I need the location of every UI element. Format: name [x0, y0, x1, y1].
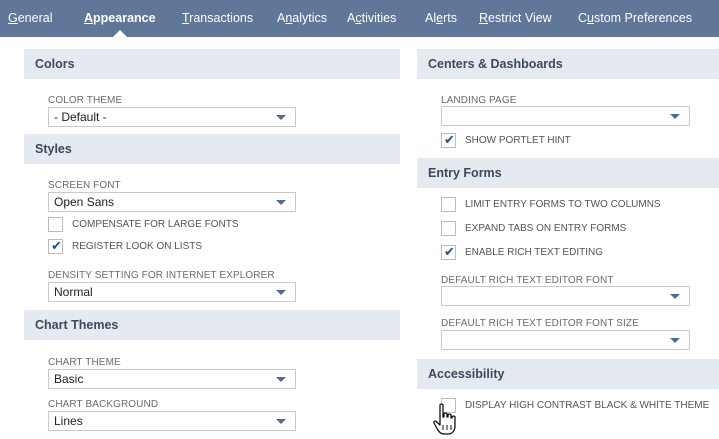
enable-rich-text-row: ✔ ENABLE RICH TEXT EDITING — [441, 244, 711, 263]
dropdown-arrow-icon — [276, 377, 286, 382]
register-look-row: ✔ REGISTER LOOK ON LISTS — [48, 238, 348, 257]
check-icon: ✔ — [444, 244, 455, 259]
color-theme-label: COLOR THEME — [48, 95, 123, 106]
register-look-checkbox[interactable]: ✔ — [48, 238, 63, 254]
register-look-label: REGISTER LOOK ON LISTS — [72, 241, 203, 252]
chart-background-value: Lines — [54, 414, 83, 428]
dropdown-arrow-icon — [276, 419, 286, 424]
section-colors-header: Colors — [24, 49, 400, 79]
rte-font-label: DEFAULT RICH TEXT EDITOR FONT — [441, 275, 614, 286]
rte-font-select[interactable] — [441, 286, 690, 306]
show-portlet-hint-checkbox[interactable]: ✔ — [441, 132, 456, 148]
section-chart-themes-header: Chart Themes — [24, 310, 400, 340]
high-contrast-label: DISPLAY HIGH CONTRAST BLACK & WHITE THEM… — [465, 400, 710, 411]
landing-page-label: LANDING PAGE — [441, 95, 517, 106]
expand-tabs-row: EXPAND TABS ON ENTRY FORMS — [441, 221, 711, 239]
chart-background-select[interactable]: Lines — [48, 411, 296, 431]
tab-appearance[interactable]: Appearance — [84, 0, 156, 37]
expand-tabs-checkbox[interactable] — [441, 221, 456, 236]
dropdown-arrow-icon — [276, 290, 286, 295]
density-setting-label: DENSITY SETTING FOR INTERNET EXPLORER — [48, 270, 275, 281]
dropdown-arrow-icon — [670, 338, 680, 343]
tab-custom-preferences[interactable]: Custom Preferences — [578, 0, 692, 37]
chart-theme-label: CHART THEME — [48, 357, 121, 368]
show-portlet-hint-label: SHOW PORTLET HINT — [465, 135, 571, 146]
dropdown-arrow-icon — [276, 200, 286, 205]
section-accessibility-header: Accessibility — [417, 359, 719, 389]
check-icon: ✔ — [444, 132, 455, 147]
section-centers-dashboards-header: Centers & Dashboards — [417, 49, 719, 79]
expand-tabs-label: EXPAND TABS ON ENTRY FORMS — [465, 223, 627, 234]
color-theme-value: - Default - — [54, 110, 107, 124]
tab-bar: General Appearance Transactions Analytic… — [0, 0, 719, 37]
tab-analytics[interactable]: Analytics — [277, 0, 327, 37]
color-theme-select[interactable]: - Default - — [48, 107, 296, 127]
screen-font-label: SCREEN FONT — [48, 180, 121, 191]
compensate-large-fonts-label: COMPENSATE FOR LARGE FONTS — [72, 219, 239, 230]
landing-page-select[interactable] — [441, 106, 690, 126]
rte-font-size-label: DEFAULT RICH TEXT EDITOR FONT SIZE — [441, 318, 639, 329]
chart-theme-select[interactable]: Basic — [48, 369, 296, 389]
enable-rich-text-label: ENABLE RICH TEXT EDITING — [465, 247, 603, 258]
rte-font-size-select[interactable] — [441, 330, 690, 350]
tab-general[interactable]: General — [8, 0, 52, 37]
limit-entry-forms-label: LIMIT ENTRY FORMS TO TWO COLUMNS — [465, 199, 661, 210]
density-setting-select[interactable]: Normal — [48, 282, 296, 302]
limit-entry-forms-checkbox[interactable] — [441, 197, 456, 212]
enable-rich-text-checkbox[interactable]: ✔ — [441, 244, 456, 260]
tab-alerts[interactable]: Alerts — [425, 0, 457, 37]
tab-transactions[interactable]: Transactions — [182, 0, 253, 37]
chart-background-label: CHART BACKGROUND — [48, 399, 159, 410]
dropdown-arrow-icon — [670, 294, 680, 299]
tab-restrict-view[interactable]: Restrict View — [479, 0, 552, 37]
dropdown-arrow-icon — [670, 114, 680, 119]
screen-font-value: Open Sans — [54, 195, 115, 209]
hand-pointer-icon — [433, 403, 456, 435]
section-entry-forms-header: Entry Forms — [417, 158, 719, 188]
show-portlet-hint-row: ✔ SHOW PORTLET HINT — [441, 132, 711, 151]
section-styles-header: Styles — [24, 134, 400, 164]
compensate-large-fonts-checkbox[interactable] — [48, 217, 63, 232]
screen-font-select[interactable]: Open Sans — [48, 192, 296, 212]
chart-theme-value: Basic — [54, 372, 84, 386]
tab-activities[interactable]: Activities — [347, 0, 396, 37]
compensate-large-fonts-row: COMPENSATE FOR LARGE FONTS — [48, 217, 348, 235]
dropdown-arrow-icon — [276, 115, 286, 120]
check-icon: ✔ — [51, 238, 62, 253]
active-tab-caret-icon — [112, 30, 127, 37]
limit-entry-forms-row: LIMIT ENTRY FORMS TO TWO COLUMNS — [441, 197, 711, 215]
high-contrast-row: DISPLAY HIGH CONTRAST BLACK & WHITE THEM… — [441, 398, 719, 416]
density-setting-value: Normal — [54, 285, 93, 299]
